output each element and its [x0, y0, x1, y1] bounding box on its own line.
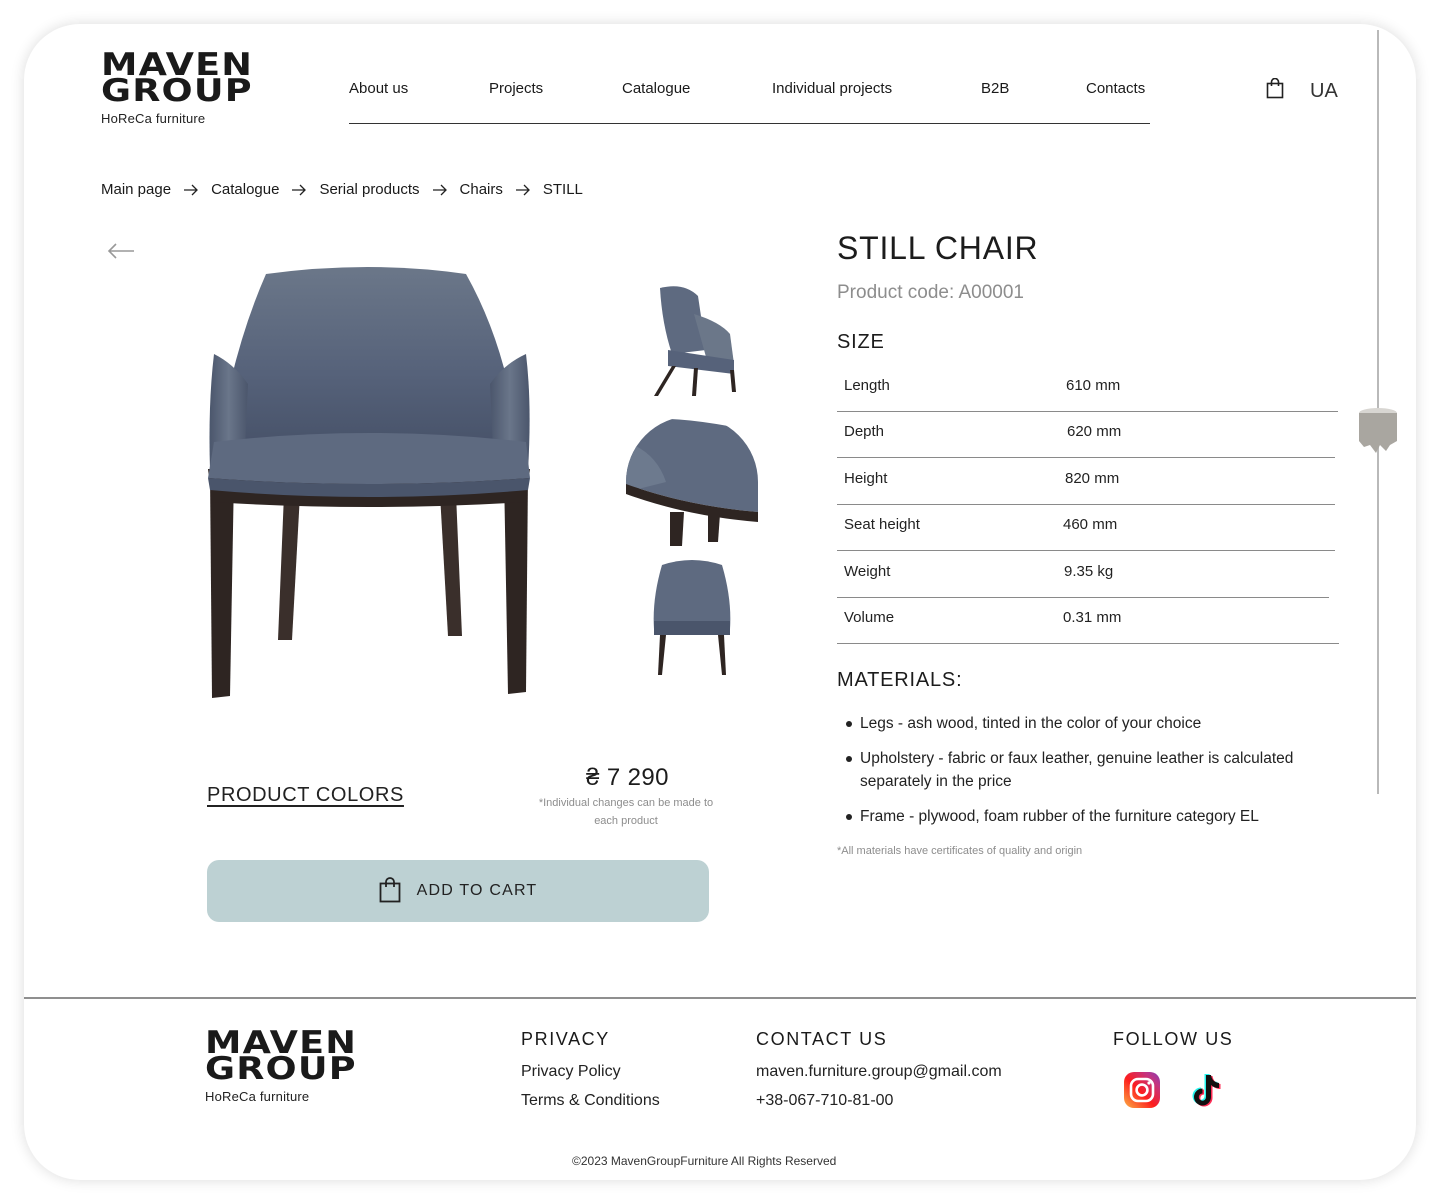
instagram-icon[interactable] — [1123, 1071, 1161, 1114]
spec-label: Seat height — [844, 516, 920, 533]
product-title: STILL CHAIR — [837, 230, 1039, 266]
terms-link[interactable]: Terms & Conditions — [521, 1092, 660, 1110]
footer-divider — [24, 997, 1416, 999]
spec-label: Volume — [844, 609, 895, 626]
thumbnail-back-view[interactable] — [652, 559, 732, 682]
spec-value: 460 mm — [1063, 516, 1118, 533]
spec-divider — [837, 457, 1335, 458]
product-code: Product code: A00001 — [837, 282, 1024, 303]
bullet-dot — [846, 721, 852, 727]
spec-divider — [837, 550, 1335, 551]
phone-link[interactable]: +38-067-710-81-00 — [756, 1092, 893, 1110]
shopping-bag-icon — [379, 876, 401, 906]
tiktok-icon[interactable] — [1189, 1071, 1225, 1114]
nav-catalogue[interactable]: Catalogue — [622, 80, 690, 97]
arrow-right-icon — [292, 184, 307, 195]
material-item: Legs - ash wood, tinted in the color of … — [860, 715, 1202, 732]
contact-heading: CONTACT US — [756, 1029, 888, 1049]
privacy-heading: PRIVACY — [521, 1029, 610, 1049]
spec-divider — [837, 597, 1329, 598]
footer-logo[interactable]: MAVEN GROUP HoReCa furniture — [205, 1028, 356, 1105]
logo-tagline: HoReCa furniture — [101, 111, 206, 126]
arrow-right-icon — [432, 184, 447, 195]
spec-value: 620 mm — [1067, 423, 1122, 440]
size-heading: SIZE — [837, 331, 885, 353]
nav-about[interactable]: About us — [349, 80, 408, 97]
material-item: Upholstery - fabric or faux leather, gen… — [860, 750, 1294, 790]
spec-value: 9.35 kg — [1064, 563, 1114, 580]
spec-value: 610 mm — [1066, 377, 1121, 394]
spec-value: 0.31 mm — [1063, 609, 1122, 626]
thumbnail-seat-detail[interactable] — [626, 412, 758, 551]
thumbnail-side-view[interactable] — [650, 284, 740, 401]
breadcrumb-current: STILL — [542, 181, 583, 198]
spec-label: Length — [844, 377, 890, 394]
spec-divider — [837, 643, 1339, 644]
materials-note: *All materials have certificates of qual… — [837, 845, 1083, 857]
logo-tagline: HoReCa furniture — [205, 1089, 310, 1104]
scroll-handle-icon[interactable] — [1358, 407, 1398, 460]
spec-label: Height — [844, 470, 888, 487]
arrow-right-icon — [184, 184, 198, 195]
breadcrumb-serial-products[interactable]: Serial products — [319, 181, 419, 198]
arrow-left-icon[interactable] — [107, 243, 135, 264]
nav-underline — [349, 123, 1150, 124]
spec-value: 820 mm — [1065, 470, 1120, 487]
materials-heading: MATERIALS: — [837, 669, 963, 691]
nav-contacts[interactable]: Contacts — [1086, 80, 1145, 97]
email-link[interactable]: maven.furniture.group@gmail.com — [756, 1063, 1002, 1081]
price-note: *Individual changes can be made to each … — [538, 797, 714, 827]
add-to-cart-button[interactable]: ADD TO CART — [207, 860, 709, 922]
logo-line-2: GROUP — [205, 1051, 357, 1087]
bullet-dot — [846, 756, 852, 762]
shopping-bag-icon[interactable] — [1266, 77, 1284, 104]
language-switch[interactable]: UA — [1310, 80, 1338, 103]
spec-divider — [837, 504, 1335, 505]
breadcrumb-main-page[interactable]: Main page — [101, 181, 171, 198]
logo-line-2: GROUP — [101, 73, 253, 109]
spec-divider — [837, 411, 1338, 412]
breadcrumb-catalogue[interactable]: Catalogue — [211, 181, 279, 198]
nav-b2b[interactable]: B2B — [981, 80, 1009, 97]
breadcrumb: Main page Catalogue Serial products Chai… — [101, 181, 583, 198]
privacy-policy-link[interactable]: Privacy Policy — [521, 1063, 621, 1081]
page-frame: MAVEN GROUP HoReCa furniture About us Pr… — [24, 24, 1416, 1180]
spec-label: Depth — [844, 423, 885, 440]
breadcrumb-chairs[interactable]: Chairs — [460, 181, 503, 198]
nav-individual-projects[interactable]: Individual projects — [772, 80, 892, 97]
bullet-dot — [846, 814, 852, 820]
copyright: ©2023 MavenGroupFurniture All Rights Res… — [572, 1154, 837, 1168]
product-colors-link[interactable]: PRODUCT COLORS — [207, 784, 404, 807]
material-item: Frame - plywood, foam rubber of the furn… — [860, 808, 1259, 825]
add-to-cart-label: ADD TO CART — [416, 882, 538, 899]
nav-projects[interactable]: Projects — [489, 80, 543, 97]
header-logo[interactable]: MAVEN GROUP HoReCa furniture — [101, 50, 252, 127]
main-product-image — [204, 264, 534, 705]
arrow-right-icon — [515, 184, 530, 195]
spec-label: Weight — [844, 563, 891, 580]
product-price: ₴ 7 290 — [586, 764, 669, 791]
follow-heading: FOLLOW US — [1113, 1029, 1234, 1049]
